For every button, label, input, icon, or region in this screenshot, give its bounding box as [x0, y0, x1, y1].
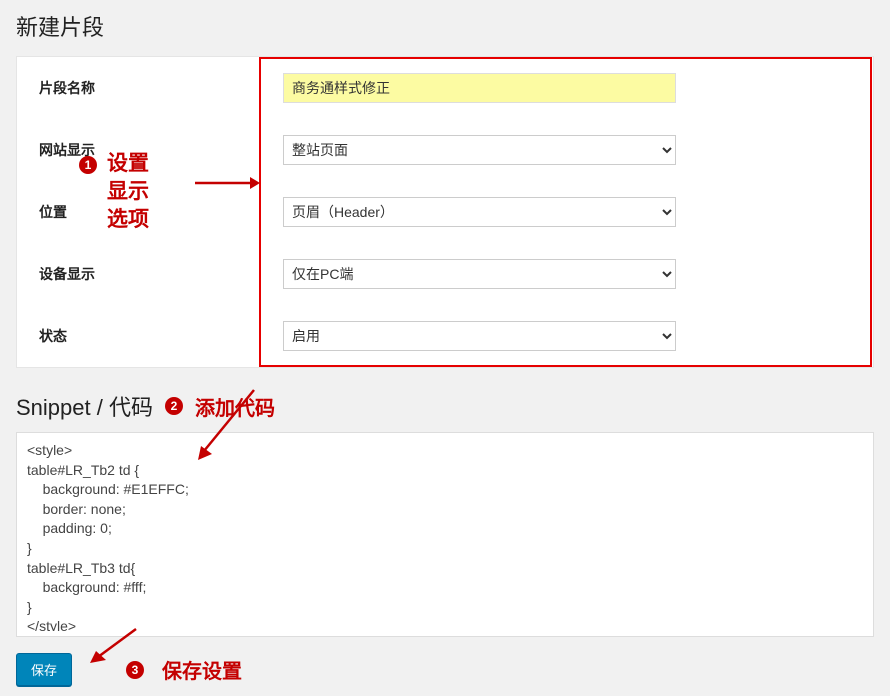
- snippet-header: Snippet / 代码 2 添加代码: [16, 390, 874, 422]
- device-display-select[interactable]: 仅在PC端: [283, 259, 676, 289]
- code-textarea[interactable]: <style> table#LR_Tb2 td { background: #E…: [17, 433, 873, 631]
- device-display-label: 设备显示: [17, 243, 265, 305]
- arrow-left-icon: [88, 625, 138, 665]
- code-panel: <style> table#LR_Tb2 td { background: #E…: [16, 432, 874, 637]
- site-display-label: 网站显示: [17, 119, 265, 181]
- annotation-2: 添加代码: [195, 392, 275, 421]
- badge-2: 2: [165, 397, 183, 415]
- page-title: 新建片段: [16, 10, 874, 42]
- save-row: 保存 3 保存设置: [16, 653, 874, 686]
- name-input[interactable]: [283, 73, 676, 103]
- site-display-select[interactable]: 整站页面: [283, 135, 676, 165]
- snippet-title: Snippet / 代码: [16, 390, 153, 422]
- save-button[interactable]: 保存: [16, 653, 72, 686]
- position-select[interactable]: 页眉（Header）: [283, 197, 676, 227]
- annotation-3: 保存设置: [162, 655, 242, 684]
- position-label: 位置: [17, 181, 265, 243]
- status-label: 状态: [17, 305, 265, 367]
- form-panel: 片段名称 网站显示 整站页面 位置 页眉（Header）: [16, 56, 874, 368]
- status-select[interactable]: 启用: [283, 321, 676, 351]
- name-label: 片段名称: [17, 57, 265, 119]
